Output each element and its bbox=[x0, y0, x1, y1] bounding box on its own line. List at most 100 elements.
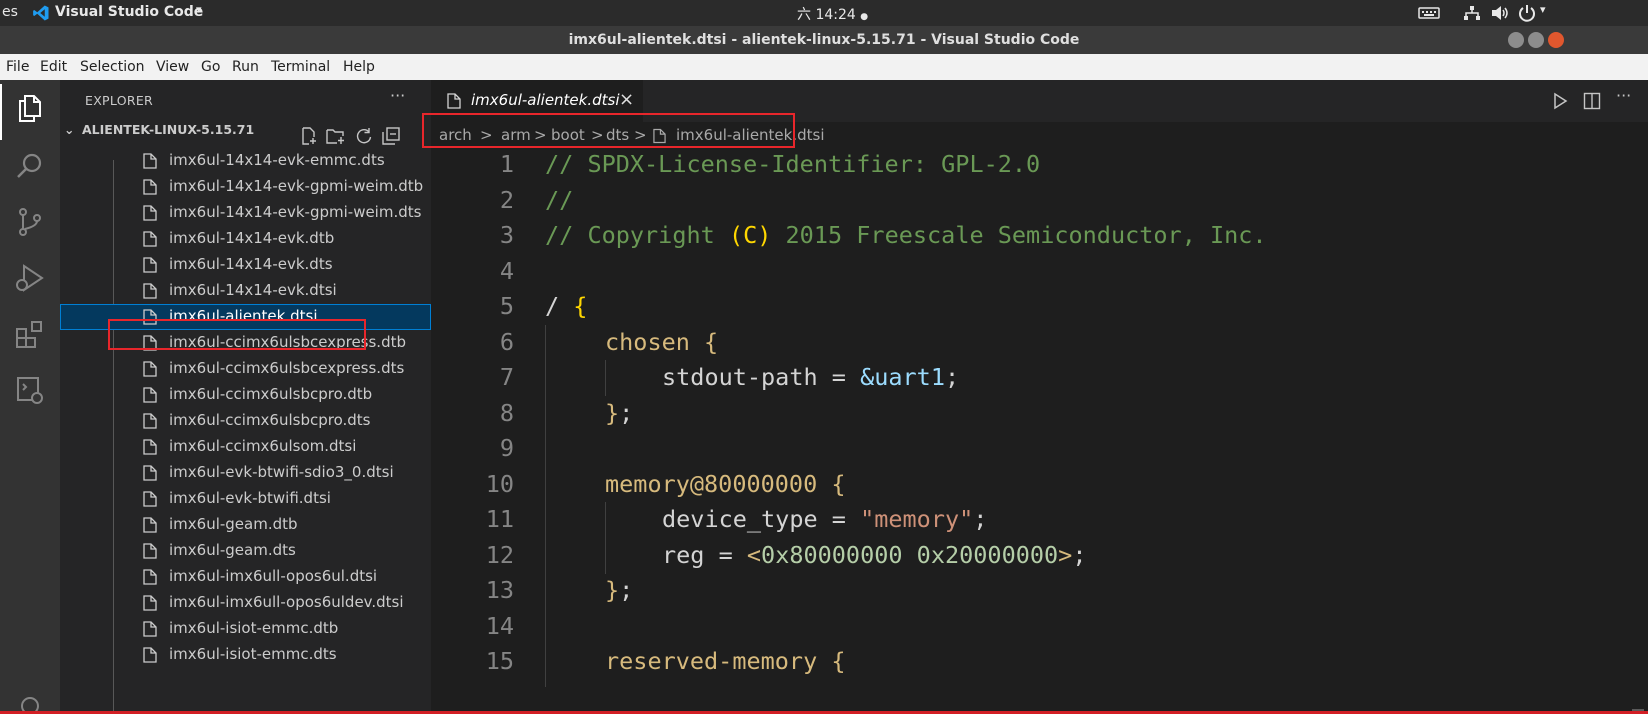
chevron-down-icon: ⌄ bbox=[64, 122, 75, 137]
editor-more-actions[interactable]: ··· bbox=[1616, 86, 1631, 105]
code-token: ; bbox=[1072, 540, 1087, 569]
accounts-icon[interactable] bbox=[14, 680, 46, 712]
file-icon bbox=[143, 517, 157, 533]
file-tree-item[interactable]: imx6ul-isiot-emmc.dts bbox=[60, 642, 431, 668]
new-folder-icon[interactable] bbox=[326, 127, 346, 145]
breadcrumb-boot[interactable]: boot bbox=[551, 126, 585, 144]
source-control-icon[interactable] bbox=[14, 206, 46, 238]
tab-close-icon[interactable]: × bbox=[619, 89, 634, 110]
breadcrumb-arch[interactable]: arch bbox=[439, 126, 472, 144]
refresh-icon[interactable] bbox=[355, 127, 373, 145]
file-tree-item[interactable]: imx6ul-alientek.dtsi bbox=[60, 304, 431, 330]
file-icon bbox=[143, 569, 157, 585]
file-tree-item[interactable]: imx6ul-geam.dtb bbox=[60, 512, 431, 538]
file-icon bbox=[653, 128, 666, 144]
file-tree-item[interactable]: imx6ul-ccimx6ulsbcpro.dts bbox=[60, 408, 431, 434]
file-icon bbox=[143, 231, 157, 247]
file-tree-item[interactable]: imx6ul-evk-btwifi.dtsi bbox=[60, 486, 431, 512]
file-tree-item[interactable]: imx6ul-isiot-emmc.dtb bbox=[60, 616, 431, 642]
breadcrumb-file[interactable]: imx6ul-alientek.dtsi bbox=[676, 126, 825, 144]
maximize-button[interactable] bbox=[1528, 32, 1544, 48]
system-menu-caret-icon[interactable]: ▾ bbox=[1540, 3, 1546, 16]
file-tree-item[interactable]: imx6ul-evk-btwifi-sdio3_0.dtsi bbox=[60, 460, 431, 486]
window-title: imx6ul-alientek.dtsi - alientek-linux-5.… bbox=[568, 32, 1080, 48]
breadcrumb-arm[interactable]: arm bbox=[501, 126, 531, 144]
code-token: } bbox=[605, 398, 620, 427]
line-number: 10 bbox=[485, 469, 514, 498]
breadcrumb-dts[interactable]: dts bbox=[606, 126, 629, 144]
volume-icon[interactable] bbox=[1490, 3, 1510, 23]
code-line: device_type = "memory"; bbox=[662, 505, 987, 533]
menu-file[interactable]: File bbox=[6, 59, 29, 75]
breadcrumb-separator: > bbox=[634, 126, 647, 144]
tab-label: imx6ul-alientek.dtsi bbox=[471, 91, 620, 109]
file-icon bbox=[143, 257, 157, 273]
menu-view[interactable]: View bbox=[156, 59, 189, 75]
menu-edit[interactable]: Edit bbox=[40, 59, 67, 75]
vscode-app-icon bbox=[33, 5, 49, 21]
file-tree-item[interactable]: imx6ul-14x14-evk.dtsi bbox=[60, 278, 431, 304]
system-clock[interactable]: 六 14:24 ● bbox=[797, 4, 868, 24]
line-number: 13 bbox=[485, 576, 514, 604]
menu-terminal[interactable]: Terminal bbox=[271, 59, 330, 75]
file-tree-item[interactable]: imx6ul-14x14-evk.dtb bbox=[60, 226, 431, 252]
collapse-all-icon[interactable] bbox=[382, 127, 400, 145]
file-name: imx6ul-ccimx6ulsbcexpress.dts bbox=[169, 359, 405, 377]
workspace-root-folder[interactable]: ⌄ ALIENTEK-LINUX-5.15.71 bbox=[64, 122, 254, 137]
app-menu-label[interactable]: Visual Studio Code bbox=[55, 4, 203, 20]
explorer-icon[interactable] bbox=[14, 92, 46, 124]
app-menu-caret-icon[interactable]: ▾ bbox=[196, 3, 202, 16]
file-name: imx6ul-imx6ull-opos6ul.dtsi bbox=[169, 567, 378, 585]
extensions-icon[interactable] bbox=[14, 318, 46, 350]
code-token: chosen bbox=[605, 327, 705, 356]
run-debug-icon[interactable] bbox=[14, 262, 46, 294]
explorer-more-actions[interactable]: ··· bbox=[390, 86, 405, 105]
file-tree-item[interactable]: imx6ul-ccimx6ulsbcexpress.dtb bbox=[60, 330, 431, 356]
run-file-icon[interactable] bbox=[1551, 92, 1569, 110]
code-line: // SPDX-License-Identifier: GPL-2.0 bbox=[545, 150, 1040, 178]
menu-selection[interactable]: Selection bbox=[80, 59, 145, 75]
file-tree-item[interactable]: imx6ul-14x14-evk.dts bbox=[60, 252, 431, 278]
keyboard-icon[interactable] bbox=[1418, 3, 1440, 23]
code-token: / bbox=[545, 292, 574, 320]
file-tree-item[interactable]: imx6ul-imx6ull-opos6ul.dtsi bbox=[60, 564, 431, 590]
indent-guide bbox=[605, 360, 606, 396]
file-tree-item[interactable]: imx6ul-14x14-evk-gpmi-weim.dtb bbox=[60, 174, 431, 200]
code-line: // bbox=[545, 186, 573, 214]
activities-button[interactable]: es bbox=[2, 4, 18, 20]
code-token: // bbox=[545, 185, 574, 214]
file-name: imx6ul-14x14-evk.dts bbox=[169, 255, 333, 273]
close-window-button[interactable] bbox=[1548, 32, 1564, 48]
code-token: ; bbox=[944, 363, 960, 391]
workspace-root-label: ALIENTEK-LINUX-5.15.71 bbox=[82, 122, 255, 137]
clock-text: 六 14:24 bbox=[797, 7, 856, 23]
file-tree-item[interactable]: imx6ul-ccimx6ulsbcexpress.dts bbox=[60, 356, 431, 382]
window-title-bar: imx6ul-alientek.dtsi - alientek-linux-5.… bbox=[0, 26, 1648, 54]
file-name: imx6ul-isiot-emmc.dtb bbox=[169, 619, 339, 637]
code-token: (C) bbox=[728, 221, 772, 249]
file-tree-item[interactable]: imx6ul-imx6ull-opos6uldev.dtsi bbox=[60, 590, 431, 616]
code-token: > bbox=[1058, 540, 1073, 569]
minimize-button[interactable] bbox=[1508, 32, 1524, 48]
file-name: imx6ul-14x14-evk.dtb bbox=[169, 229, 335, 247]
menu-run[interactable]: Run bbox=[232, 59, 259, 75]
file-icon bbox=[143, 595, 157, 611]
network-icon[interactable] bbox=[1463, 3, 1481, 23]
file-tree-item[interactable]: imx6ul-ccimx6ulsbcpro.dtb bbox=[60, 382, 431, 408]
search-icon[interactable] bbox=[14, 150, 46, 182]
split-editor-icon[interactable] bbox=[1583, 92, 1601, 110]
indent-guide bbox=[605, 502, 606, 574]
file-tree-item[interactable]: imx6ul-ccimx6ulsom.dtsi bbox=[60, 434, 431, 460]
menu-go[interactable]: Go bbox=[201, 59, 220, 75]
file-name: imx6ul-ccimx6ulsbcpro.dts bbox=[169, 411, 371, 429]
line-number: 9 bbox=[499, 434, 514, 462]
file-tree-item[interactable]: imx6ul-14x14-evk-gpmi-weim.dts bbox=[60, 200, 431, 226]
menu-help[interactable]: Help bbox=[343, 59, 375, 75]
file-tree-item[interactable]: imx6ul-geam.dts bbox=[60, 538, 431, 564]
new-file-icon[interactable] bbox=[300, 127, 318, 145]
tab-imx6ul-alientek[interactable]: imx6ul-alientek.dtsi × bbox=[431, 80, 643, 122]
file-icon bbox=[143, 179, 157, 195]
file-tree-item[interactable]: imx6ul-14x14-evk-emmc.dts bbox=[60, 148, 431, 174]
power-icon[interactable] bbox=[1518, 3, 1536, 23]
remote-explorer-icon[interactable] bbox=[14, 374, 46, 406]
